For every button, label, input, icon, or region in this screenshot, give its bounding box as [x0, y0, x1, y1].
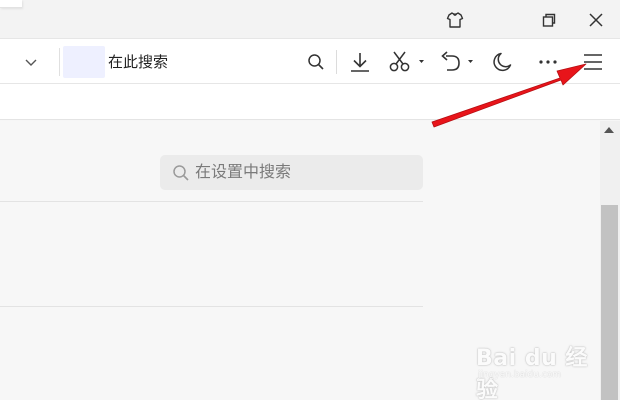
- title-bar: [0, 0, 620, 38]
- settings-search-placeholder: 在设置中搜索: [195, 162, 292, 181]
- night-mode-button[interactable]: [489, 49, 515, 75]
- tshirt-icon: [446, 12, 464, 28]
- search-engine-logo[interactable]: [63, 46, 105, 78]
- settings-search-input[interactable]: 在设置中搜索: [160, 155, 423, 190]
- moon-icon: [493, 52, 512, 72]
- chevron-down-icon: [25, 59, 37, 66]
- main-menu-button[interactable]: [580, 49, 606, 75]
- address-dropdown-button[interactable]: [20, 51, 42, 73]
- more-icon: [539, 60, 557, 64]
- search-box-text[interactable]: 在此搜索: [108, 52, 168, 72]
- undo-icon: [441, 51, 473, 71]
- divider: [0, 201, 423, 202]
- watermark: Bai du 经验 jingyan.baidu.com: [476, 340, 600, 400]
- vertical-scrollbar[interactable]: [600, 121, 620, 400]
- search-divider: [59, 48, 60, 76]
- tab-stub[interactable]: [0, 0, 22, 8]
- scroll-up-arrow[interactable]: [604, 127, 614, 133]
- screenshot-button[interactable]: [388, 49, 428, 75]
- search-button[interactable]: [304, 51, 328, 73]
- download-button[interactable]: [347, 49, 373, 75]
- more-button[interactable]: [535, 51, 561, 73]
- close-window-button[interactable]: [582, 8, 610, 32]
- search-icon: [173, 165, 189, 181]
- divider: [0, 306, 423, 307]
- hamburger-menu-icon: [584, 54, 602, 70]
- toolbar: 在此搜索: [0, 38, 620, 84]
- watermark-url: jingyan.baidu.com: [478, 370, 562, 380]
- close-icon: [589, 13, 603, 27]
- download-icon: [351, 53, 369, 72]
- restore-window-icon: [542, 13, 556, 27]
- undo-close-tab-button[interactable]: [438, 49, 478, 75]
- page-tab-strip: [0, 84, 620, 120]
- search-icon: [308, 54, 324, 70]
- scroll-thumb[interactable]: [601, 205, 618, 400]
- scissors-icon: [389, 51, 424, 72]
- toolbar-divider: [336, 50, 337, 74]
- skin-button[interactable]: [441, 8, 469, 32]
- restore-button[interactable]: [535, 8, 563, 32]
